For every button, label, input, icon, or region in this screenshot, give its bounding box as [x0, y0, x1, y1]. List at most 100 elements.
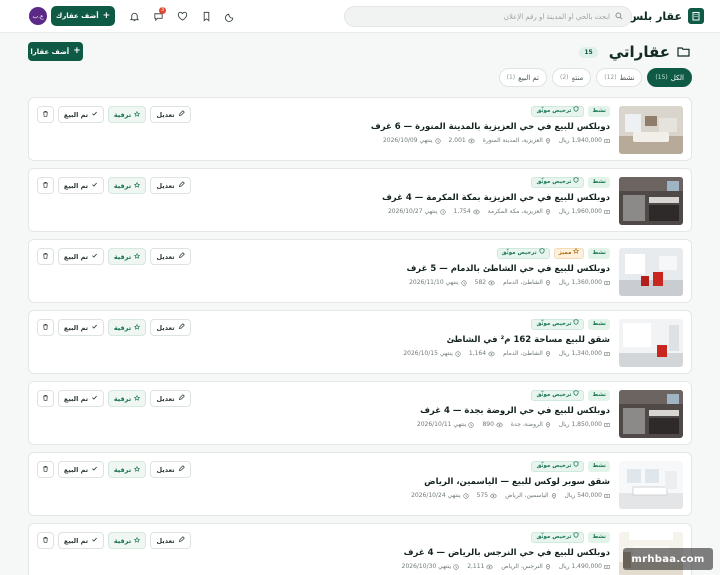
clock-icon: [439, 208, 446, 215]
promote-button[interactable]: ترقية: [108, 319, 146, 336]
avatar[interactable]: ع.ب: [29, 7, 47, 25]
license-tag: ترخيص موثّق: [531, 319, 585, 330]
trash-icon: [42, 465, 49, 474]
moon-icon[interactable]: [218, 8, 242, 25]
listing-card[interactable]: نشط مميز ترخيص موثّق دوبلكس للبيع في حي …: [28, 239, 692, 303]
listing-title[interactable]: دوبلكس للبيع في حي الشاطئ بالدمام — 5 غر…: [280, 264, 610, 274]
top-bar: عقار بلس 3 + أضف عقارك ع.ب: [0, 0, 720, 33]
filter-all[interactable]: الكل (15): [647, 68, 692, 87]
mark-sold-button[interactable]: تم البيع: [58, 461, 104, 478]
license-tag: ترخيص موثّق: [531, 461, 585, 472]
edit-button[interactable]: تعديل: [150, 177, 191, 194]
promote-button[interactable]: ترقية: [108, 532, 146, 549]
listing-meta: 540,000 ريال الياسمين، الرياض 575 ينتهي …: [280, 492, 610, 499]
promote-button[interactable]: ترقية: [108, 248, 146, 265]
eye-icon: [496, 422, 503, 428]
listing-info: نشط مميز ترخيص موثّق دوبلكس للبيع في حي …: [280, 247, 610, 286]
delete-button[interactable]: [37, 106, 54, 123]
promote-button[interactable]: ترقية: [108, 461, 146, 478]
mark-sold-button[interactable]: تم البيع: [58, 106, 104, 123]
mark-sold-button[interactable]: تم البيع: [58, 248, 104, 265]
location-pin-icon: [551, 492, 557, 499]
eye-icon: [472, 209, 480, 215]
star-icon: [134, 394, 141, 403]
messages-icon[interactable]: 3: [146, 7, 170, 25]
shield-icon: [573, 106, 579, 117]
heart-icon[interactable]: [170, 8, 194, 25]
listing-card[interactable]: نشط ترخيص موثّق دوبلكس للبيع في حي العزي…: [28, 97, 692, 161]
mark-sold-button[interactable]: تم البيع: [58, 532, 104, 549]
listing-price: 540,000 ريال: [565, 492, 610, 499]
property-photo[interactable]: [619, 390, 683, 438]
mark-sold-button[interactable]: تم البيع: [58, 390, 104, 407]
listing-location: الياسمين، الرياض: [505, 492, 556, 499]
listing-tags: نشط مميز ترخيص موثّق: [280, 247, 610, 259]
star-icon: [134, 110, 141, 119]
listing-card[interactable]: نشط ترخيص موثّق شقق للبيع مساحة 162 م² ف…: [28, 310, 692, 374]
delete-button[interactable]: [37, 461, 54, 478]
bookmark-icon[interactable]: [194, 8, 218, 25]
delete-button[interactable]: [37, 390, 54, 407]
star-icon: [134, 536, 141, 545]
listing-info: نشط ترخيص موثّق دوبلكس للبيع في حي العزي…: [280, 106, 610, 144]
mark-sold-button[interactable]: تم البيع: [58, 319, 104, 336]
check-icon: [91, 394, 98, 403]
filter-expired[interactable]: منتهٍ (2): [552, 68, 592, 87]
shield-icon: [573, 532, 579, 543]
star-icon: [134, 252, 141, 261]
listings-count-badge: 15: [579, 46, 598, 58]
listing-expiry: ينتهي 2026/11/10: [409, 279, 467, 286]
listing-meta: 1,960,000 ريال العزيزية، مكة المكرمة 1,7…: [280, 208, 610, 215]
edit-button[interactable]: تعديل: [150, 532, 191, 549]
listing-title[interactable]: دوبلكس للبيع في حي الروضة بجدة — 4 غرف: [280, 406, 610, 416]
search-bar[interactable]: [344, 6, 632, 27]
promote-button[interactable]: ترقية: [108, 390, 146, 407]
listing-card[interactable]: نشط ترخيص موثّق دوبلكس للبيع في حي العزي…: [28, 168, 692, 232]
property-photo[interactable]: [619, 461, 683, 509]
location-pin-icon: [545, 421, 551, 428]
filter-active[interactable]: نشط (12): [596, 68, 643, 87]
bell-icon[interactable]: [122, 8, 146, 25]
delete-button[interactable]: [37, 319, 54, 336]
edit-button[interactable]: تعديل: [150, 248, 191, 265]
mark-sold-button[interactable]: تم البيع: [58, 177, 104, 194]
star-icon: [134, 465, 141, 474]
promote-button[interactable]: ترقية: [108, 177, 146, 194]
header-icons: 3: [122, 7, 242, 25]
edit-button[interactable]: تعديل: [150, 390, 191, 407]
listing-card[interactable]: نشط ترخيص موثّق دوبلكس للبيع في حي النرج…: [28, 523, 692, 575]
money-icon: [604, 138, 610, 144]
money-icon: [604, 422, 610, 428]
check-icon: [91, 110, 98, 119]
promote-button[interactable]: ترقية: [108, 106, 146, 123]
add-property-button[interactable]: + أضف عقارك: [51, 6, 115, 26]
filter-sold[interactable]: تم البيع (1): [498, 68, 547, 87]
license-tag: ترخيص موثّق: [531, 390, 585, 401]
listing-expiry: ينتهي 2026/10/27: [388, 208, 446, 215]
listing-card[interactable]: نشط ترخيص موثّق شقق سوبر لوكس للبيع — ال…: [28, 452, 692, 516]
listing-title[interactable]: شقق سوبر لوكس للبيع — الياسمين، الرياض: [280, 477, 610, 487]
edit-button[interactable]: تعديل: [150, 461, 191, 478]
delete-button[interactable]: [37, 532, 54, 549]
listing-title[interactable]: دوبلكس للبيع في حي النرجس بالرياض — 4 غر…: [280, 548, 610, 558]
search-input[interactable]: [353, 12, 610, 21]
listing-tags: نشط ترخيص موثّق: [280, 319, 610, 330]
property-photo[interactable]: [619, 106, 683, 154]
listing-price: 1,940,000 ريال: [559, 137, 610, 144]
location-pin-icon: [545, 279, 551, 286]
listing-title[interactable]: دوبلكس للبيع في حي العزيزية بمكة المكرمة…: [280, 193, 610, 203]
add-listing-button[interactable]: + أضف عقارا: [28, 42, 83, 61]
clock-icon: [461, 279, 467, 286]
listing-title[interactable]: شقق للبيع مساحة 162 م² في الشاطئ: [280, 335, 610, 345]
delete-button[interactable]: [37, 177, 54, 194]
listing-title[interactable]: دوبلكس للبيع في حي العزيزية بالمدينة الم…: [280, 122, 610, 132]
edit-button[interactable]: تعديل: [150, 106, 191, 123]
edit-button[interactable]: تعديل: [150, 319, 191, 336]
property-photo[interactable]: [619, 177, 683, 225]
delete-button[interactable]: [37, 248, 54, 265]
property-photo[interactable]: [619, 319, 683, 367]
brand[interactable]: عقار بلس: [628, 7, 704, 25]
property-photo[interactable]: [619, 248, 683, 296]
money-icon: [604, 209, 610, 215]
listing-card[interactable]: نشط ترخيص موثّق دوبلكس للبيع في حي الروض…: [28, 381, 692, 445]
